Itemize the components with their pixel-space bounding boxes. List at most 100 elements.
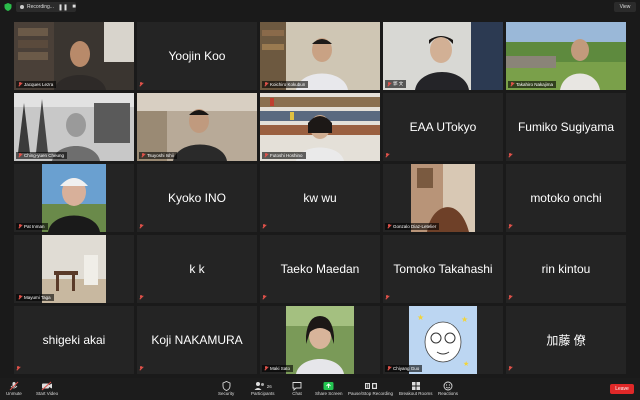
participant-video <box>14 164 134 232</box>
participant-name: shigeki akai <box>42 333 106 347</box>
name-tag: Chiyang Guo <box>385 365 423 372</box>
top-bar: Recording... ❚❚ ■ View <box>0 0 640 14</box>
chat-icon <box>292 381 302 391</box>
mic-muted-icon <box>264 366 268 371</box>
name-tag: 郭 文 <box>385 80 407 88</box>
name-tag: Koichiro Kokubun <box>262 81 309 88</box>
participant-tile[interactable]: Maki Sato <box>260 306 380 374</box>
mic-muted-icon <box>16 366 20 371</box>
mic-muted-icon <box>385 153 389 158</box>
pause-stop-icon <box>364 381 378 391</box>
name-tag: Gonzalo Diaz-Letelier <box>385 223 440 230</box>
reactions-icon <box>443 381 453 391</box>
participant-tile[interactable]: shigeki akai <box>14 306 134 374</box>
svg-text:★: ★ <box>461 315 468 324</box>
participant-video <box>260 22 380 90</box>
name-tag: Takahiro Nakajima <box>508 81 557 88</box>
mic-muted-icon <box>139 295 143 300</box>
participant-name: 加藤 僚 <box>546 333 586 348</box>
name-tag: Futoshi Hoshino <box>262 152 306 159</box>
name-tag: Mayumi Taga <box>16 294 54 301</box>
participant-tile[interactable]: Ching-yuen Cheung <box>14 93 134 161</box>
participant-tile[interactable]: Mayumi Taga <box>14 235 134 303</box>
pause-stop-recording-button[interactable]: Pause/Stop Recording <box>348 381 393 396</box>
mic-muted-icon <box>139 366 143 371</box>
participant-tile[interactable]: Taeko Maedan <box>260 235 380 303</box>
recording-dot-icon <box>20 5 24 9</box>
view-button[interactable]: View <box>614 2 636 12</box>
participant-tile[interactable]: k k <box>137 235 257 303</box>
participant-tile-active-speaker[interactable]: 郭 文 <box>383 22 503 90</box>
breakout-rooms-button[interactable]: Breakout Rooms <box>399 381 433 396</box>
participant-video: ★ ★ ★ <box>383 306 503 374</box>
mic-muted-icon <box>262 224 266 229</box>
mic-muted-icon <box>385 295 389 300</box>
shield-icon[interactable] <box>4 3 12 11</box>
mic-muted-icon <box>387 366 391 371</box>
participant-tile[interactable]: Gonzalo Diaz-Letelier <box>383 164 503 232</box>
mic-muted-icon <box>18 82 22 87</box>
reactions-button[interactable]: Reactions <box>438 381 458 396</box>
participant-tile[interactable]: Kyoko INO <box>137 164 257 232</box>
participant-tile[interactable]: Tsuyoshi Ishii <box>137 93 257 161</box>
mic-muted-icon <box>264 82 268 87</box>
mic-muted-icon <box>510 82 514 87</box>
meeting-toolbar: Unmute Start Video Security 26 Participa… <box>0 378 640 400</box>
participant-tile[interactable]: Fumiko Sugiyama <box>506 93 626 161</box>
participant-tile[interactable]: 加藤 僚 <box>506 306 626 374</box>
participant-name: motoko onchi <box>530 191 602 205</box>
chat-button[interactable]: Chat <box>292 381 302 396</box>
mic-muted-icon <box>9 381 19 391</box>
participant-tile[interactable]: Koichiro Kokubun <box>260 22 380 90</box>
participant-name: Kyoko INO <box>167 191 227 205</box>
mic-muted-icon <box>18 295 22 300</box>
breakout-rooms-icon <box>411 381 421 391</box>
mic-muted-icon <box>18 224 22 229</box>
start-video-button[interactable]: Start Video <box>36 381 58 396</box>
participants-icon <box>254 382 264 390</box>
mic-muted-icon <box>139 82 143 87</box>
participant-video <box>14 235 134 303</box>
participant-tile[interactable]: ★ ★ ★ Chiyang Guo <box>383 306 503 374</box>
unmute-button[interactable]: Unmute <box>6 381 22 396</box>
mic-muted-icon <box>264 153 268 158</box>
mic-muted-icon <box>508 366 512 371</box>
mic-muted-icon <box>387 81 391 87</box>
mic-muted-icon <box>508 224 512 229</box>
mic-muted-icon <box>508 153 512 158</box>
svg-text:★: ★ <box>463 360 469 368</box>
svg-text:★: ★ <box>417 313 424 322</box>
mic-muted-icon <box>262 295 266 300</box>
participant-tile[interactable]: Tomoko Takahashi <box>383 235 503 303</box>
participant-name: Tomoko Takahashi <box>393 262 493 276</box>
participant-tile[interactable]: Jacques Lezra <box>14 22 134 90</box>
name-tag: Tsuyoshi Ishii <box>139 152 177 159</box>
share-screen-button[interactable]: Share Screen <box>315 381 343 396</box>
name-tag: Jacques Lezra <box>16 81 57 88</box>
participant-tile[interactable]: EAA UTokyo <box>383 93 503 161</box>
name-tag: Ching-yuen Cheung <box>16 152 68 159</box>
participant-video <box>506 22 626 90</box>
mic-muted-icon <box>387 224 391 229</box>
participant-tile[interactable]: motoko onchi <box>506 164 626 232</box>
participants-count: 26 <box>266 383 272 389</box>
participant-tile[interactable]: Koji NAKAMURA <box>137 306 257 374</box>
participant-tile[interactable]: kw wu <box>260 164 380 232</box>
participant-tile[interactable]: Pat Inman <box>14 164 134 232</box>
leave-button[interactable]: Leave <box>610 384 634 394</box>
mic-muted-icon <box>18 153 22 158</box>
participant-tile[interactable]: Futoshi Hoshino <box>260 93 380 161</box>
pause-recording-icon[interactable]: ❚❚ <box>58 2 68 12</box>
stop-recording-icon[interactable]: ■ <box>69 2 79 12</box>
participant-name: k k <box>189 262 205 276</box>
participants-button[interactable]: 26 Participants <box>251 381 275 396</box>
participant-tile[interactable]: rin kintou <box>506 235 626 303</box>
participant-video <box>14 93 134 161</box>
participant-tile[interactable]: Takahiro Nakajima <box>506 22 626 90</box>
participant-name: EAA UTokyo <box>409 120 477 134</box>
participant-name: kw wu <box>303 191 337 205</box>
security-button[interactable]: Security <box>218 381 234 396</box>
participant-video <box>137 93 257 161</box>
participant-tile[interactable]: Yoojin Koo <box>137 22 257 90</box>
recording-label: Recording... <box>27 4 54 10</box>
